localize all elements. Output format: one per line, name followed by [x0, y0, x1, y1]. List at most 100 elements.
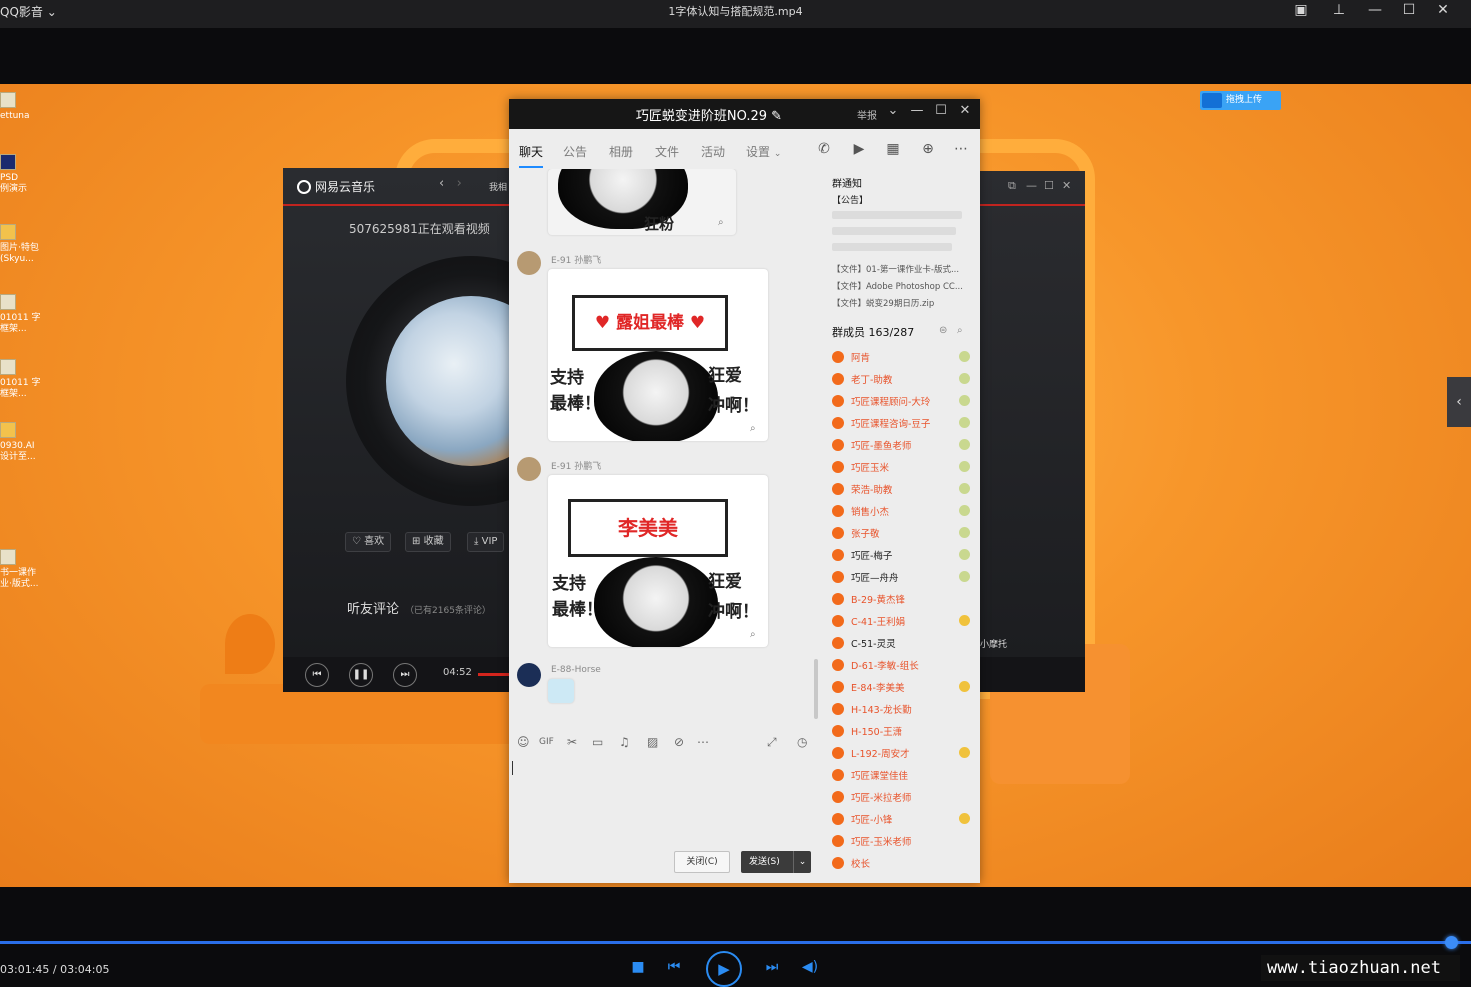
- file-item[interactable]: 【文件】01-第一课作业卡-版式...: [832, 263, 959, 275]
- member-item[interactable]: E-84-李美美: [832, 679, 972, 695]
- file-item[interactable]: 【文件】Adobe Photoshop CC...: [832, 280, 963, 292]
- video-window-behind[interactable]: ⧉ — ☐ ✕ 小摩托: [980, 171, 1085, 692]
- member-item[interactable]: 巧匠课程咨询-豆子: [832, 415, 972, 431]
- report-link[interactable]: 举报: [857, 107, 877, 122]
- member-item[interactable]: 巧匠-小锋: [832, 811, 972, 827]
- like-button[interactable]: ♡ 喜欢: [345, 532, 392, 552]
- member-item[interactable]: C-51-灵灵: [832, 635, 972, 651]
- member-item[interactable]: 巧匠课堂佳佳: [832, 767, 972, 783]
- side-panel-toggle[interactable]: ‹: [1447, 377, 1471, 427]
- tab-activity[interactable]: 活动: [701, 143, 725, 160]
- music-window[interactable]: 网易云音乐 ‹ › 我相 507625981正在观看视频 ♡ 喜欢 ⊞ 收藏 ⤓…: [283, 168, 596, 658]
- gif-icon[interactable]: GIF: [539, 737, 554, 747]
- close-icon[interactable]: ✕: [955, 103, 975, 118]
- image-icon[interactable]: ▨: [647, 735, 658, 749]
- member-item[interactable]: D-61-李敏-组长: [832, 657, 972, 673]
- mute-icon[interactable]: ⊘: [674, 735, 684, 749]
- pause-icon[interactable]: ❚❚: [349, 663, 373, 687]
- close-icon[interactable]: ✕: [1426, 0, 1460, 20]
- back-arrow-icon[interactable]: ‹: [439, 176, 444, 191]
- more-icon[interactable]: ⋯: [951, 141, 971, 159]
- file-item[interactable]: 【文件】蜕变29期日历.zip: [832, 297, 934, 309]
- zoom-icon[interactable]: ⌕: [718, 217, 724, 228]
- video-call-icon[interactable]: ▶: [849, 141, 869, 159]
- tab-settings[interactable]: 设置 ⌄: [746, 143, 781, 160]
- desktop-icon[interactable]: PSD 例演示: [0, 154, 40, 195]
- sticker-message[interactable]: 李美美 支持 最棒！ 狂爱 冲啊！ ⌕: [548, 475, 768, 647]
- maximize-icon[interactable]: ☐: [1392, 0, 1426, 20]
- tab-notice[interactable]: 公告: [563, 143, 587, 160]
- member-item[interactable]: 销售小杰: [832, 503, 972, 519]
- image-message[interactable]: [548, 679, 574, 703]
- chevron-down-icon[interactable]: ⌄: [883, 103, 903, 118]
- chevron-down-icon[interactable]: ⌄: [793, 851, 811, 873]
- close-button[interactable]: 关闭(C): [674, 851, 730, 873]
- scissors-icon[interactable]: ✂: [567, 735, 577, 749]
- member-settings-icon[interactable]: ⊜: [939, 325, 947, 336]
- desktop-icon[interactable]: 书一课作 业·版式...: [0, 549, 40, 590]
- maximize-icon[interactable]: ☐: [1044, 179, 1054, 192]
- member-item[interactable]: 巧匠-米拉老师: [832, 789, 972, 805]
- next-icon[interactable]: ⏭: [762, 959, 782, 975]
- member-item[interactable]: 巧匠-墨鱼老师: [832, 437, 972, 453]
- avatar[interactable]: [517, 251, 541, 275]
- member-item[interactable]: 巧匠-梅子: [832, 547, 972, 563]
- baidu-upload-button[interactable]: 拖拽上传: [1200, 91, 1281, 110]
- member-item[interactable]: 巧匠玉米: [832, 459, 972, 475]
- seek-bar[interactable]: [0, 941, 1471, 944]
- desktop-icon[interactable]: 01011 字 框架...: [0, 294, 41, 335]
- music-progress[interactable]: [478, 673, 511, 676]
- more-icon[interactable]: ⋯: [697, 735, 709, 749]
- volume-icon[interactable]: ◀): [800, 959, 820, 975]
- sticker-message[interactable]: ♥ 露姐最棒 ♥ 支持 最棒！ 狂爱 冲啊！ ⌕: [548, 269, 768, 441]
- desktop-icon[interactable]: ettuna: [0, 92, 40, 122]
- tab-album[interactable]: 相册: [609, 143, 633, 160]
- edit-icon[interactable]: ✎: [771, 109, 782, 124]
- member-item[interactable]: 巧匠-玉米老师: [832, 833, 972, 849]
- music-tab[interactable]: 我相: [489, 180, 507, 193]
- seek-knob[interactable]: [1444, 936, 1458, 949]
- folder-icon[interactable]: ▭: [592, 735, 603, 749]
- tab-chat[interactable]: 聊天: [519, 143, 543, 160]
- class-icon[interactable]: ▦: [883, 141, 903, 159]
- avatar[interactable]: [517, 663, 541, 687]
- member-item[interactable]: L-192-周安才: [832, 745, 972, 761]
- close-icon[interactable]: ✕: [1062, 179, 1071, 192]
- qq-chat-window[interactable]: 巧匠蜕变进阶班NO.29 ✎ 举报 ⌄ — ☐ ✕ 聊天 公告 相册 文件 活动…: [509, 99, 980, 883]
- desktop-icon[interactable]: 0930.AI 设计至...: [0, 422, 40, 463]
- sticker-message[interactable]: 狂粉 ⌕: [548, 169, 736, 235]
- next-track-icon[interactable]: ⏭: [393, 663, 417, 687]
- music-note-icon[interactable]: ♫: [619, 735, 630, 749]
- phone-icon[interactable]: ✆: [814, 141, 834, 159]
- emoji-icon[interactable]: ☺: [517, 735, 530, 749]
- pin-icon[interactable]: ⊥: [1322, 0, 1356, 20]
- zoom-icon[interactable]: ⌕: [750, 423, 756, 434]
- member-item[interactable]: B-29-黄杰锋: [832, 591, 972, 607]
- add-app-icon[interactable]: ⊕: [918, 141, 938, 159]
- member-item[interactable]: 校长: [832, 855, 972, 871]
- stop-icon[interactable]: ■: [628, 959, 648, 975]
- avatar[interactable]: [517, 457, 541, 481]
- vip-download-button[interactable]: ⤓ VIP: [467, 532, 505, 552]
- minimize-icon[interactable]: —: [1026, 179, 1037, 192]
- member-item[interactable]: 荣浩-助教: [832, 481, 972, 497]
- announcement-tag[interactable]: 【公告】: [832, 193, 868, 206]
- prev-track-icon[interactable]: ⏮: [305, 663, 329, 687]
- member-item[interactable]: 老丁-助教: [832, 371, 972, 387]
- member-item[interactable]: 张子敬: [832, 525, 972, 541]
- member-item[interactable]: 巧匠课程顾问-大玲: [832, 393, 972, 409]
- minimize-icon[interactable]: —: [907, 103, 927, 118]
- search-icon[interactable]: ⌕: [957, 325, 963, 336]
- zoom-icon[interactable]: ⌕: [750, 629, 756, 640]
- expand-icon[interactable]: ⤢: [767, 735, 777, 750]
- member-item[interactable]: 巧匠—舟舟: [832, 569, 972, 585]
- message-list[interactable]: 狂粉 ⌕ E-91 孙鹏飞 ♥ 露姐最棒 ♥ 支持 最棒！ 狂爱 冲啊！ ⌕ E…: [509, 169, 819, 739]
- member-item[interactable]: H-143-龙长勤: [832, 701, 972, 717]
- forward-arrow-icon[interactable]: ›: [457, 176, 462, 191]
- send-button[interactable]: 发送(S) ⌄: [741, 851, 811, 873]
- tab-files[interactable]: 文件: [655, 143, 679, 160]
- desktop-icon[interactable]: 图片·特包 (Skyu...: [0, 224, 40, 265]
- member-item[interactable]: 阿肯: [832, 349, 972, 365]
- maximize-icon[interactable]: ☐: [931, 103, 951, 118]
- mini-mode-icon[interactable]: ▣: [1284, 0, 1318, 20]
